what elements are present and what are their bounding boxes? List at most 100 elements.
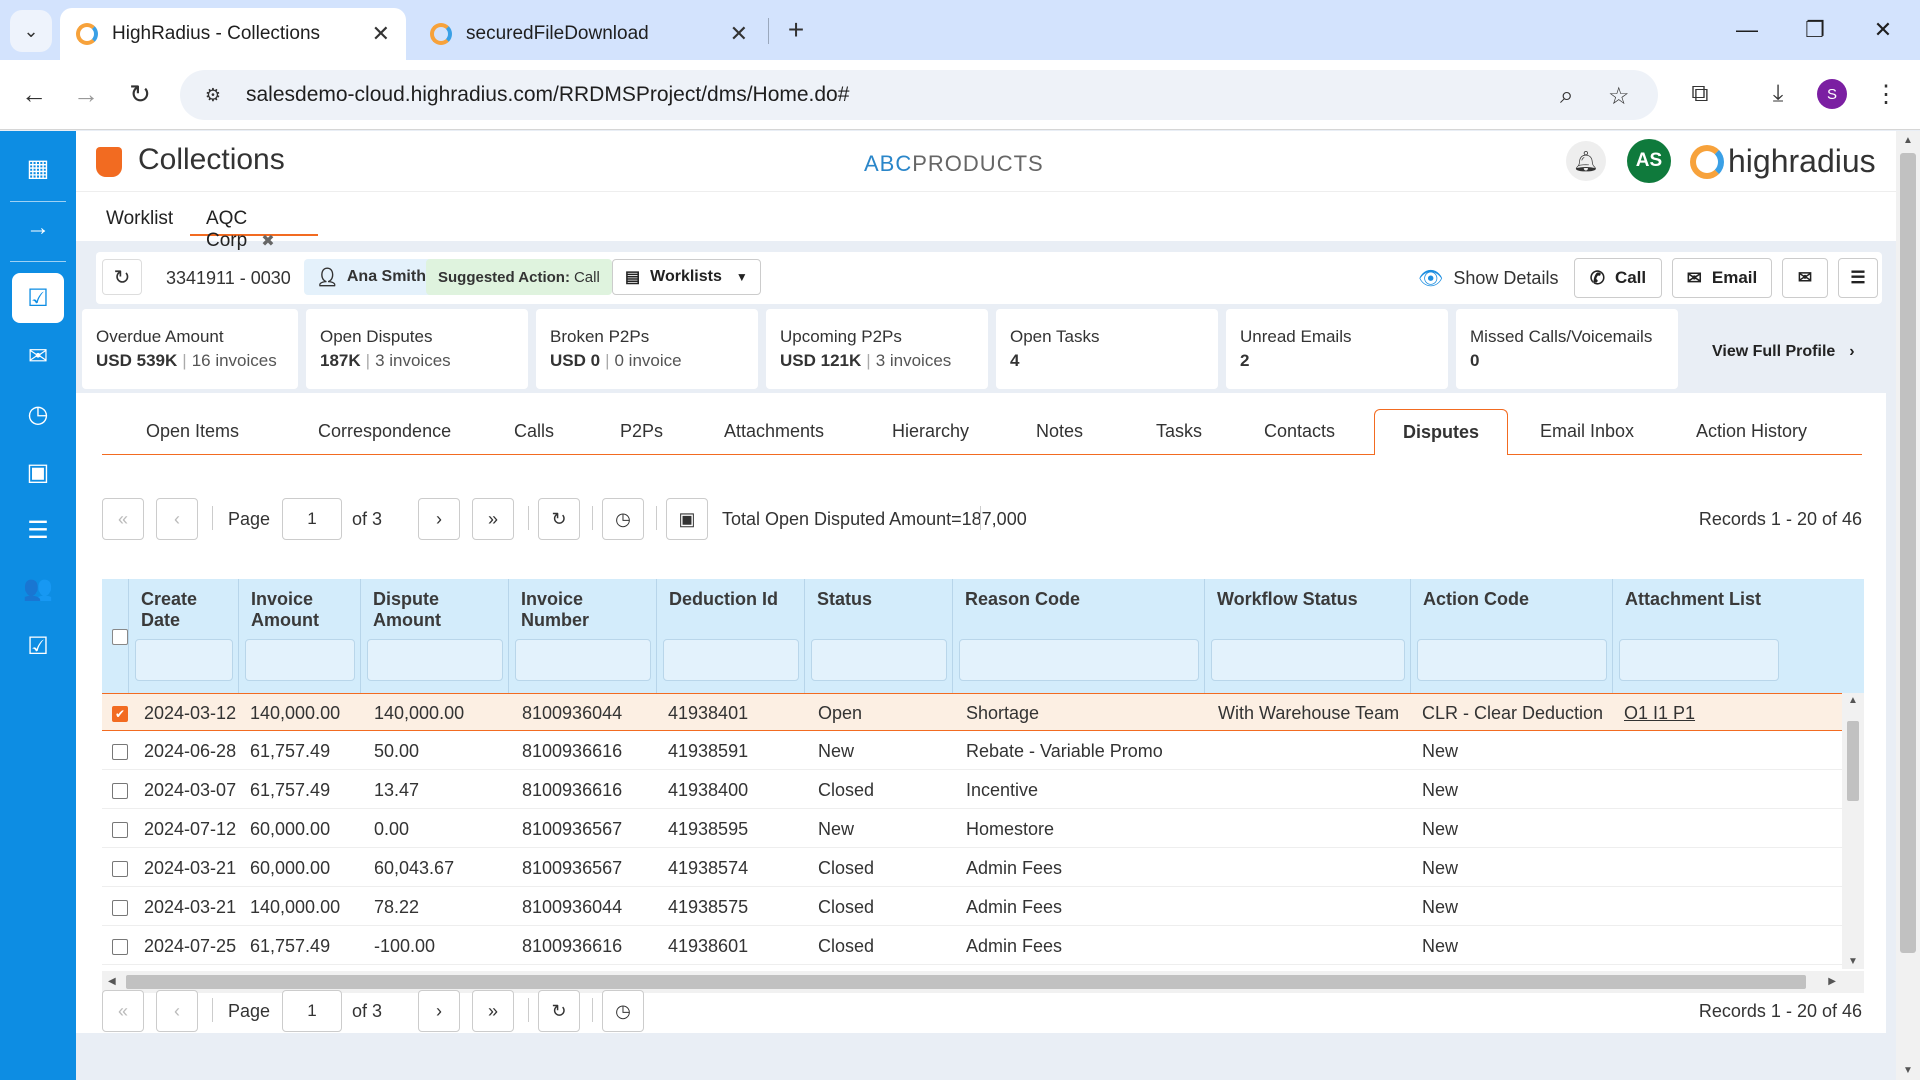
scroll-down-icon[interactable]: ▼ xyxy=(1903,1065,1913,1076)
table-row[interactable]: 2024-03-21 140,000.00 78.22 8100936044 4… xyxy=(102,888,1842,926)
scroll-thumb[interactable] xyxy=(1900,153,1916,953)
next-page-icon[interactable]: › xyxy=(418,498,460,540)
scroll-up-icon[interactable]: ▲ xyxy=(1848,695,1858,706)
summary-broken-p2ps[interactable]: Broken P2Ps USD 0 | 0 invoice xyxy=(536,309,758,389)
email-settings-icon[interactable]: ✉ xyxy=(1782,258,1828,298)
tab-tasks[interactable]: Tasks xyxy=(1156,421,1202,442)
tab-action-history[interactable]: Action History xyxy=(1696,421,1807,442)
apps-grid-icon[interactable]: ▦ xyxy=(12,143,64,193)
page-vertical-scrollbar[interactable]: ▲ ▼ xyxy=(1896,131,1920,1080)
zoom-magnifier-icon[interactable]: ⌕ xyxy=(1560,82,1573,110)
table-row[interactable]: ✔ 2024-03-12 140,000.00 140,000.00 81009… xyxy=(102,693,1842,731)
users-group-icon[interactable]: 👥 xyxy=(12,563,64,613)
tab-attachments[interactable]: Attachments xyxy=(724,421,824,442)
column-dispute-amount[interactable]: Dispute Amount xyxy=(360,579,508,693)
reload-icon[interactable]: ↻ xyxy=(120,74,160,114)
call-button[interactable]: ✆ Call xyxy=(1574,258,1662,298)
column-attachment-list[interactable]: Attachment List xyxy=(1612,579,1864,693)
row-checkbox[interactable] xyxy=(112,900,128,916)
summary-open-disputes[interactable]: Open Disputes 187K | 3 invoices xyxy=(306,309,528,389)
filter-input[interactable] xyxy=(245,639,355,681)
filter-input[interactable] xyxy=(1417,639,1607,681)
refresh-icon[interactable]: ↻ xyxy=(538,498,580,540)
refresh-icon[interactable]: ↻ xyxy=(538,990,580,1032)
browser-tab-collections[interactable]: HighRadius - Collections ✕ xyxy=(60,8,406,60)
table-row[interactable]: 2024-06-28 61,757.49 50.00 8100936616 41… xyxy=(102,732,1842,770)
row-checkbox[interactable] xyxy=(112,939,128,955)
close-tab-icon[interactable]: ✕ xyxy=(730,21,748,47)
column-invoice-number[interactable]: Invoice Number xyxy=(508,579,656,693)
column-workflow-status[interactable]: Workflow Status xyxy=(1204,579,1410,693)
document-list-icon[interactable]: ☰ xyxy=(12,505,64,555)
column-action-code[interactable]: Action Code xyxy=(1410,579,1612,693)
scroll-thumb[interactable] xyxy=(126,975,1806,989)
tab-search-chevron-icon[interactable]: ⌄ xyxy=(10,10,52,52)
presentation-icon[interactable]: ▣ xyxy=(12,447,64,497)
history-icon[interactable]: ◷ xyxy=(602,498,644,540)
column-status[interactable]: Status xyxy=(804,579,952,693)
cell-attachment-list[interactable]: O1 I1 P1 xyxy=(1624,703,1695,724)
summary-open-tasks[interactable]: Open Tasks 4 xyxy=(996,309,1218,389)
filter-input[interactable] xyxy=(959,639,1199,681)
refresh-icon[interactable]: ↻ xyxy=(102,259,142,295)
summary-missed-calls[interactable]: Missed Calls/Voicemails 0 xyxy=(1456,309,1678,389)
email-button[interactable]: ✉ Email xyxy=(1672,258,1772,298)
scroll-right-icon[interactable]: ▶ xyxy=(1828,976,1836,987)
tab-correspondence[interactable]: Correspondence xyxy=(318,421,451,442)
profile-avatar[interactable]: S xyxy=(1812,74,1852,114)
tab-p2ps[interactable]: P2Ps xyxy=(620,421,663,442)
summary-unread-emails[interactable]: Unread Emails 2 xyxy=(1226,309,1448,389)
first-page-icon[interactable]: « xyxy=(102,498,144,540)
column-invoice-amount[interactable]: Invoice Amount xyxy=(238,579,360,693)
history-icon[interactable]: ◷ xyxy=(602,990,644,1032)
scroll-left-icon[interactable]: ◀ xyxy=(108,976,116,987)
tab-aqc-corp[interactable]: AQC Corp ✖ xyxy=(190,200,318,251)
menu-hamburger-icon[interactable]: ☰ xyxy=(1838,258,1878,298)
new-tab-plus-icon[interactable]: + xyxy=(778,12,814,48)
row-checkbox[interactable]: ✔ xyxy=(112,706,128,722)
column-reason-code[interactable]: Reason Code xyxy=(952,579,1204,693)
previous-page-icon[interactable]: ‹ xyxy=(156,990,198,1032)
filter-input[interactable] xyxy=(135,639,233,681)
browser-menu-kebab-icon[interactable]: ⋮ xyxy=(1866,74,1906,114)
page-number-input[interactable] xyxy=(282,990,342,1032)
close-tab-icon[interactable]: ✖ xyxy=(261,233,274,250)
user-avatar[interactable]: AS xyxy=(1627,139,1671,183)
filter-input[interactable] xyxy=(367,639,503,681)
site-info-icon[interactable]: ⚙ xyxy=(198,80,228,110)
back-arrow-icon[interactable]: ← xyxy=(14,74,54,114)
task-checklist-icon[interactable]: ☑ xyxy=(12,621,64,671)
forward-arrow-icon[interactable]: → xyxy=(66,74,106,114)
summary-overdue-amount[interactable]: Overdue Amount USD 539K | 16 invoices xyxy=(82,309,298,389)
row-checkbox[interactable] xyxy=(112,822,128,838)
table-row[interactable]: 2024-03-07 61,757.49 13.47 8100936616 41… xyxy=(102,771,1842,809)
bookmark-star-icon[interactable]: ☆ xyxy=(1608,82,1630,111)
last-page-icon[interactable]: » xyxy=(472,990,514,1032)
table-row[interactable]: 2024-07-12 60,000.00 0.00 8100936567 419… xyxy=(102,810,1842,848)
filter-input[interactable] xyxy=(1211,639,1405,681)
assigned-user-chip[interactable]: 👤︎ Ana Smith xyxy=(304,259,438,295)
scroll-thumb[interactable] xyxy=(1847,721,1859,801)
worklists-dropdown[interactable]: ▤ Worklists ▼ xyxy=(612,259,761,295)
close-window-icon[interactable]: ✕ xyxy=(1858,10,1908,50)
select-all-checkbox[interactable] xyxy=(112,629,128,645)
address-bar[interactable]: ⚙ salesdemo-cloud.highradius.com/RRDMSPr… xyxy=(180,70,1658,120)
scroll-up-icon[interactable]: ▲ xyxy=(1903,135,1913,146)
tab-notes[interactable]: Notes xyxy=(1036,421,1083,442)
expand-arrow-icon[interactable]: → xyxy=(12,203,64,253)
summary-upcoming-p2ps[interactable]: Upcoming P2Ps USD 121K | 3 invoices xyxy=(766,309,988,389)
column-create-date[interactable]: Create Date xyxy=(128,579,238,693)
download-icon[interactable]: ⤓ xyxy=(1758,74,1798,114)
tab-open-items[interactable]: Open Items xyxy=(146,421,239,442)
notifications-bell-icon[interactable]: 🔔︎ xyxy=(1566,141,1606,181)
tab-email-inbox[interactable]: Email Inbox xyxy=(1540,421,1634,442)
filter-input[interactable] xyxy=(663,639,799,681)
table-row[interactable]: 2024-03-21 60,000.00 60,043.67 810093656… xyxy=(102,849,1842,887)
row-checkbox[interactable] xyxy=(112,744,128,760)
page-number-input[interactable] xyxy=(282,498,342,540)
tab-calls[interactable]: Calls xyxy=(514,421,554,442)
row-checkbox[interactable] xyxy=(112,783,128,799)
filter-input[interactable] xyxy=(1619,639,1779,681)
first-page-icon[interactable]: « xyxy=(102,990,144,1032)
tab-worklist[interactable]: Worklist xyxy=(90,200,189,236)
